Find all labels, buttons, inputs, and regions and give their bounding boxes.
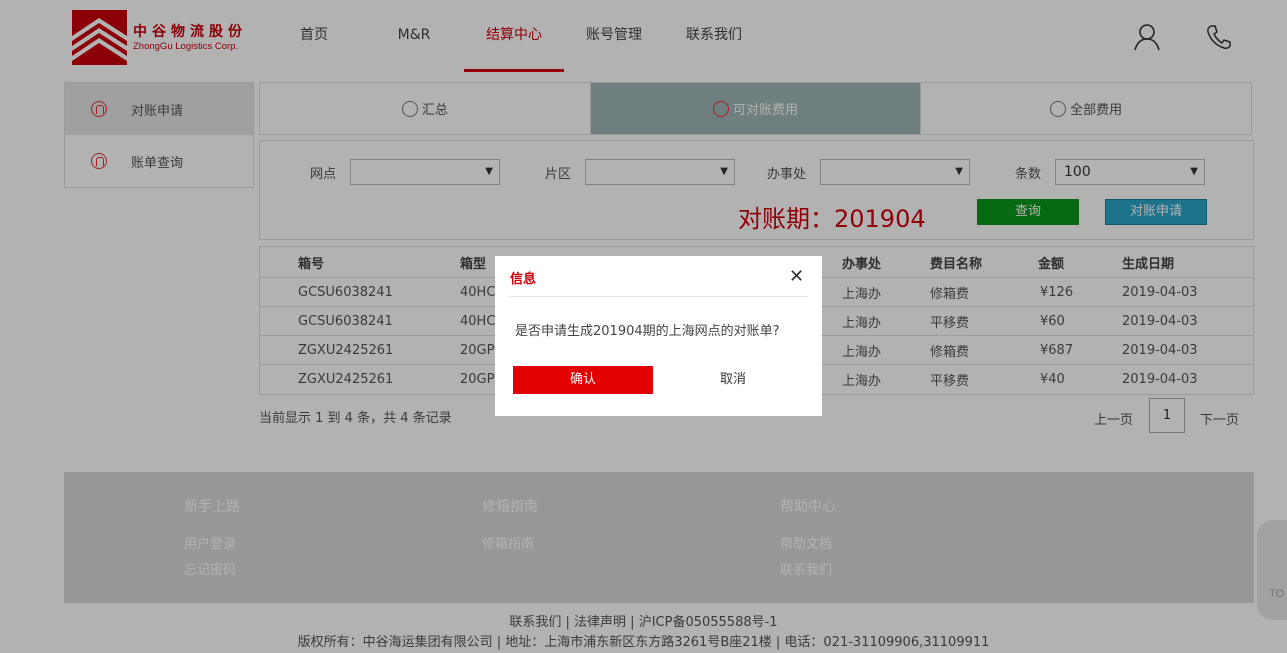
confirm-button[interactable]: 确认 [513, 366, 653, 394]
cancel-button[interactable]: 取消 [663, 366, 803, 394]
dialog-message: 是否申请生成201904期的上海网点的对账单? [515, 324, 780, 339]
confirm-dialog: 信息 ✕ 是否申请生成201904期的上海网点的对账单? 确认 取消 [495, 256, 822, 416]
dialog-divider [509, 296, 808, 297]
close-icon[interactable]: ✕ [789, 268, 804, 286]
dialog-title: 信息 [510, 272, 537, 287]
